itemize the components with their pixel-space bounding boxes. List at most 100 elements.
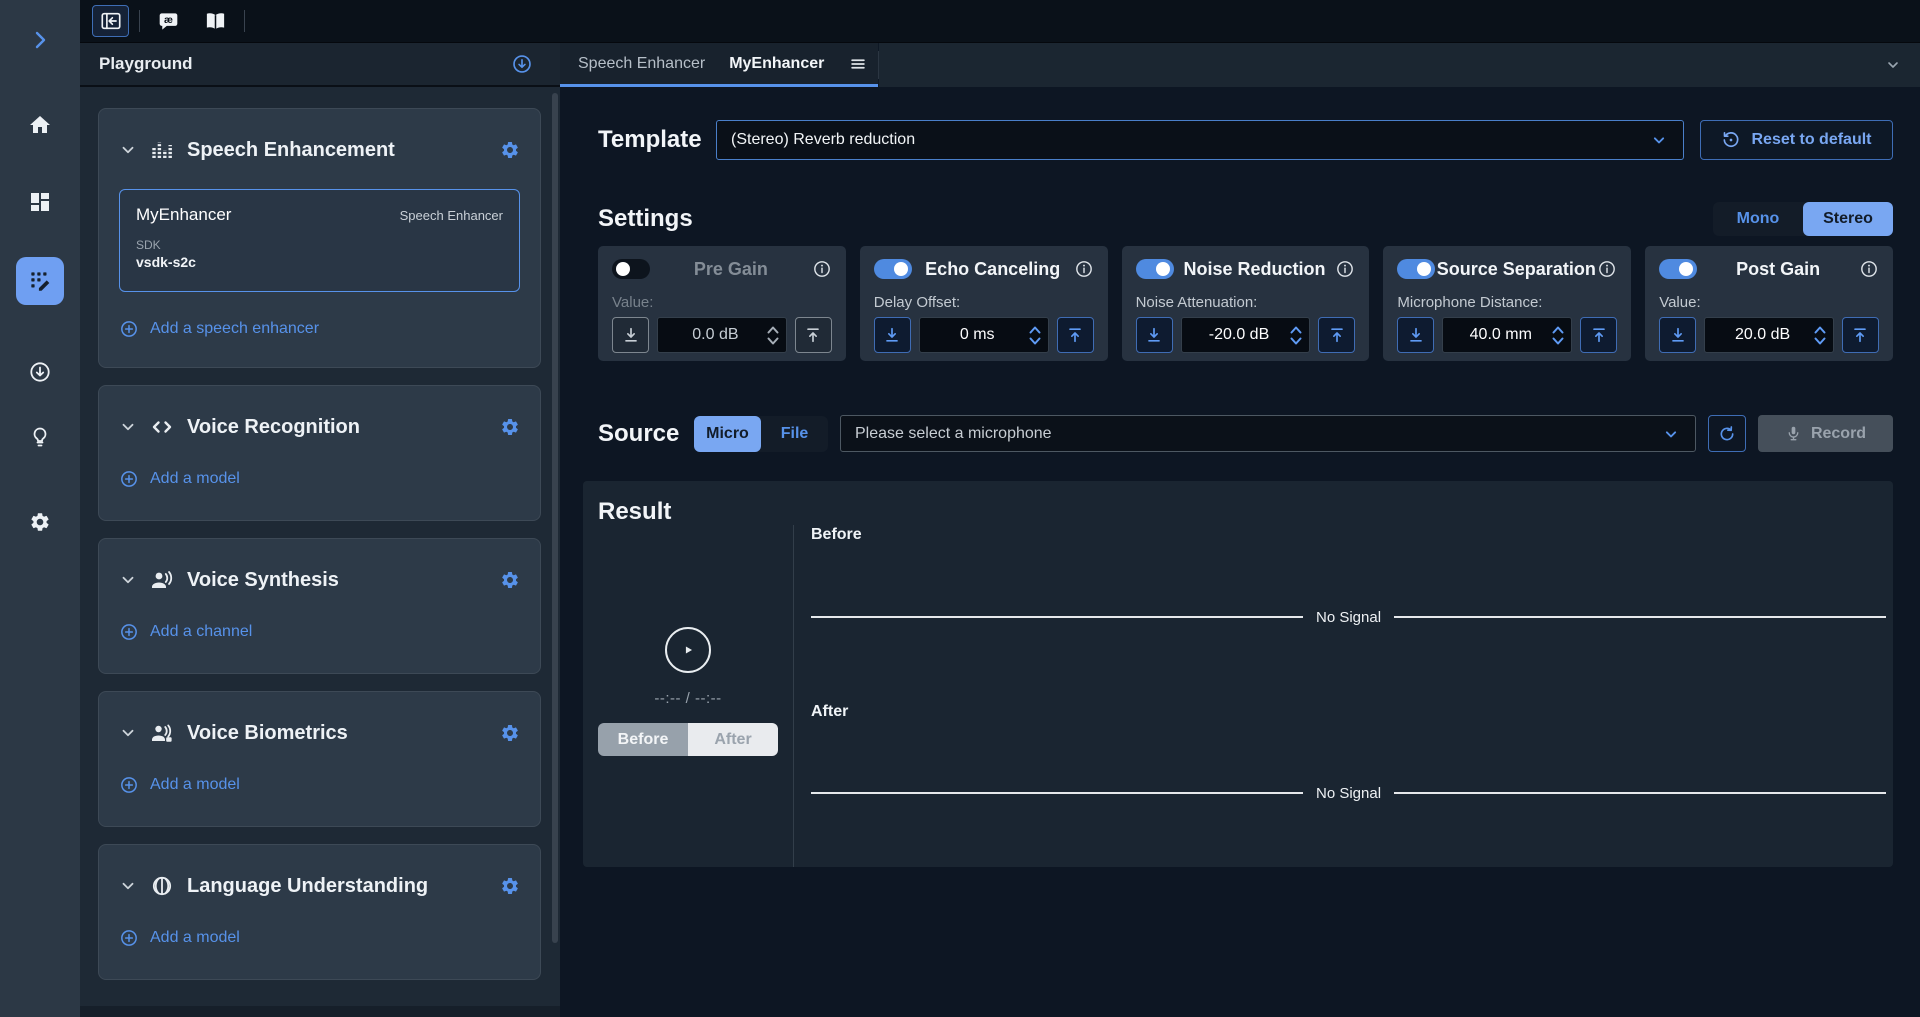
phonetics-button[interactable]: æ <box>150 5 187 37</box>
value-stepper[interactable] <box>1288 326 1304 345</box>
noise-reduction-value-input[interactable]: -20.0 dB <box>1181 317 1311 353</box>
rail-item-downloads[interactable] <box>16 348 64 396</box>
load-default-value-button[interactable] <box>874 317 911 353</box>
reset-to-default-button[interactable]: Reset to default <box>1700 120 1893 160</box>
documentation-button[interactable] <box>197 5 234 37</box>
template-select[interactable]: (Stereo) Reverb reduction <box>716 120 1684 160</box>
play-button[interactable] <box>665 627 711 673</box>
apply-value-button[interactable] <box>1842 317 1879 353</box>
load-default-value-button[interactable] <box>1397 317 1434 353</box>
section-title: Voice Recognition <box>187 416 487 439</box>
tab-speech-enhancer-myenhancer[interactable]: Speech Enhancer MyEnhancer <box>560 43 878 87</box>
section-settings-gear-icon[interactable] <box>500 140 520 160</box>
pre-gain-toggle[interactable] <box>612 259 650 279</box>
waveform-line <box>811 616 1303 618</box>
refresh-devices-button[interactable] <box>1708 415 1746 452</box>
microphone-select[interactable]: Please select a microphone <box>840 415 1696 452</box>
tracks-column: Before No Signal After No Signal <box>793 481 1893 867</box>
add-channel-link[interactable]: Add a channel <box>119 619 252 645</box>
rail-item-settings[interactable] <box>16 498 64 546</box>
after-option[interactable]: After <box>688 723 778 756</box>
arrow-up-from-line-icon <box>803 325 823 345</box>
apply-value-button[interactable] <box>1057 317 1094 353</box>
dashboard-icon <box>28 190 52 214</box>
echo-canceling-value-input[interactable]: 0 ms <box>919 317 1049 353</box>
noise-reduction-toggle[interactable] <box>1136 259 1174 279</box>
file-option[interactable]: File <box>761 416 828 452</box>
value-stepper[interactable] <box>1812 326 1828 345</box>
load-default-value-button[interactable] <box>612 317 649 353</box>
enhancer-item-card[interactable]: MyEnhancer Speech Enhancer SDK vsdk-s2c <box>119 189 520 292</box>
rail-item-home[interactable] <box>16 101 64 149</box>
expand-panel-icon[interactable] <box>28 28 52 52</box>
download-circle-icon <box>28 360 52 384</box>
collapse-sidebar-button[interactable] <box>92 5 129 37</box>
rail-item-dashboard[interactable] <box>16 178 64 226</box>
add-model-link[interactable]: Add a model <box>119 925 240 951</box>
micro-option[interactable]: Micro <box>694 416 761 452</box>
info-icon[interactable] <box>1335 259 1355 279</box>
sidebar-section-voice-biometrics: Voice Biometrics Add a model <box>98 691 541 827</box>
section-settings-gear-icon[interactable] <box>500 876 520 896</box>
arrow-up-from-line-icon <box>1065 325 1085 345</box>
info-icon[interactable] <box>1597 259 1617 279</box>
section-title: Voice Biometrics <box>187 722 487 745</box>
rail-item-ideas[interactable] <box>16 413 64 461</box>
value-stepper[interactable] <box>765 326 781 345</box>
left-nav-rail <box>0 0 80 1017</box>
apply-value-button[interactable] <box>1580 317 1617 353</box>
section-settings-gear-icon[interactable] <box>500 570 520 590</box>
source-separation-value-input[interactable]: 40.0 mm <box>1442 317 1572 353</box>
section-settings-gear-icon[interactable] <box>500 417 520 437</box>
after-track-label: After <box>811 703 1886 721</box>
settings-header: Settings Mono Stereo <box>598 201 1893 237</box>
template-label: Template <box>598 126 716 154</box>
load-default-value-button[interactable] <box>1136 317 1173 353</box>
chevron-down-icon[interactable] <box>119 418 137 436</box>
source-separation-toggle[interactable] <box>1397 259 1435 279</box>
add-model-link[interactable]: Add a model <box>119 466 240 492</box>
after-waveform: No Signal <box>811 783 1886 803</box>
setting-card-source-separation: Source Separation Microphone Distance: 4… <box>1383 246 1631 361</box>
apply-value-button[interactable] <box>1318 317 1355 353</box>
post-gain-toggle[interactable] <box>1659 259 1697 279</box>
apply-value-button[interactable] <box>795 317 832 353</box>
post-gain-value-input[interactable]: 20.0 dB <box>1704 317 1834 353</box>
waveform-line <box>1394 616 1886 618</box>
import-download-button[interactable] <box>511 53 533 75</box>
tab-menu-icon[interactable] <box>848 54 868 74</box>
no-signal-status: No Signal <box>1316 609 1381 626</box>
stereo-option[interactable]: Stereo <box>1803 202 1893 236</box>
record-button[interactable]: Record <box>1758 415 1893 452</box>
rail-item-playground[interactable] <box>16 257 64 305</box>
load-default-value-button[interactable] <box>1659 317 1696 353</box>
setting-card-post-gain: Post Gain Value: 20.0 dB <box>1645 246 1893 361</box>
tab-list-chevron-down-icon[interactable] <box>1885 57 1901 73</box>
section-settings-gear-icon[interactable] <box>500 723 520 743</box>
info-icon[interactable] <box>1074 259 1094 279</box>
chevron-down-icon[interactable] <box>119 877 137 895</box>
enhancer-sdk-label: SDK <box>136 238 503 252</box>
echo-canceling-toggle[interactable] <box>874 259 912 279</box>
tab-bar: Speech Enhancer MyEnhancer <box>560 43 1920 87</box>
sidebar-section-voice-synthesis: Voice Synthesis Add a channel <box>98 538 541 674</box>
chevron-down-icon[interactable] <box>119 724 137 742</box>
sidebar-section-voice-recognition: Voice Recognition Add a model <box>98 385 541 521</box>
add-model-link[interactable]: Add a model <box>119 772 240 798</box>
sidebar-scrollbar[interactable] <box>552 93 558 943</box>
plus-circle-icon <box>119 775 139 795</box>
add-speech-enhancer-link[interactable]: Add a speech enhancer <box>119 316 319 342</box>
chevron-down-icon[interactable] <box>119 141 137 159</box>
info-icon[interactable] <box>1859 259 1879 279</box>
info-icon[interactable] <box>812 259 832 279</box>
chevron-down-icon[interactable] <box>119 571 137 589</box>
value-stepper[interactable] <box>1550 326 1566 345</box>
sidebar-horizontal-scrollbar[interactable] <box>80 1006 560 1017</box>
pre-gain-value-input[interactable]: 0.0 dB <box>657 317 787 353</box>
value-stepper[interactable] <box>1027 326 1043 345</box>
player-column: --:-- / --:-- Before After <box>583 481 793 867</box>
mono-option[interactable]: Mono <box>1713 202 1803 236</box>
tab-name-label: MyEnhancer <box>729 55 824 73</box>
setting-card-echo-canceling: Echo Canceling Delay Offset: 0 ms <box>860 246 1108 361</box>
before-option[interactable]: Before <box>598 723 688 756</box>
